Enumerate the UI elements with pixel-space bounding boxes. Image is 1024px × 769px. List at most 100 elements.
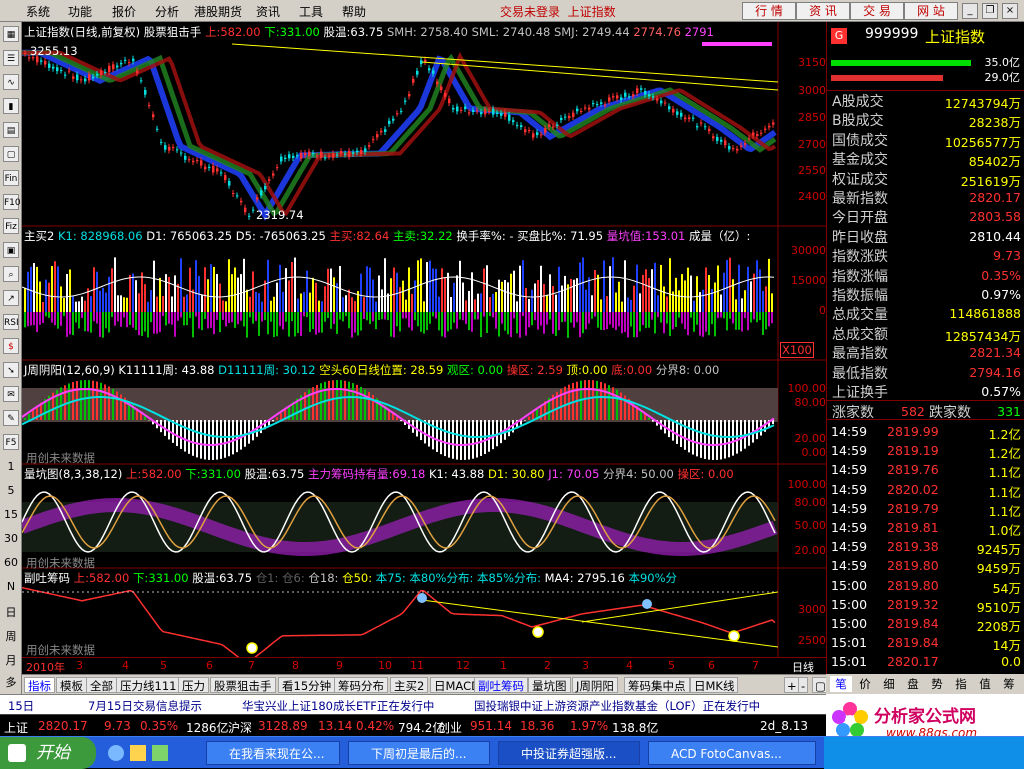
period-week[interactable]: 周 (0, 628, 22, 644)
volume-bar (129, 275, 131, 312)
tick-row[interactable]: 14:592819.761.1亿 (827, 460, 1024, 478)
tick-row[interactable]: 14:592819.809459万 (827, 556, 1024, 574)
task-button[interactable]: 下周初是最后的... (348, 741, 490, 765)
chart-canvas[interactable] (22, 22, 826, 658)
period-1[interactable]: 1 (0, 460, 22, 473)
ie-icon[interactable] (108, 745, 124, 761)
period-multi[interactable]: 多 (0, 674, 22, 690)
tick-row[interactable]: 14:592819.811.0亿 (827, 518, 1024, 536)
table-icon[interactable]: ▤ (3, 122, 19, 138)
volume-bar (459, 261, 461, 312)
tab-sniper[interactable]: 股票狙击手 (210, 677, 276, 693)
tab-chip-focus[interactable]: 筹码集中点 (624, 677, 690, 693)
menu-function[interactable]: 功能 (68, 3, 92, 20)
close-icon[interactable]: × (1002, 3, 1018, 19)
desktop-icon[interactable] (152, 745, 168, 761)
period-month[interactable]: 月 (0, 652, 22, 668)
menu-help[interactable]: 帮助 (342, 3, 366, 20)
tick-row[interactable]: 15:012820.170.0 (827, 652, 1024, 670)
tick-row[interactable]: 15:002819.329510万 (827, 595, 1024, 613)
tab-mk[interactable]: 日MK线 (690, 677, 738, 693)
minimize-icon[interactable]: _ (962, 3, 978, 19)
chart-area[interactable]: 上证指数(日线,前复权) 股票狙击手 上:582.00 下:331.00 股温:… (22, 22, 826, 674)
tab-pressure[interactable]: 压力 (178, 677, 209, 693)
fiz-icon[interactable]: Fiz (3, 218, 19, 234)
news-item[interactable]: 7月15日交易信息提示 (88, 698, 202, 714)
candle-body (376, 134, 379, 137)
quote-tab[interactable]: 值 (974, 676, 996, 692)
candle-body (84, 78, 87, 81)
tick-row[interactable]: 14:592819.389245万 (827, 537, 1024, 555)
menu-tools[interactable]: 工具 (299, 3, 323, 20)
quote-tab[interactable]: 价 (854, 676, 876, 692)
period-60[interactable]: 60 (0, 556, 22, 569)
fin-icon[interactable]: Fin (3, 170, 19, 186)
tick-row[interactable]: 14:592819.791.1亿 (827, 499, 1024, 517)
chart-line-icon[interactable]: ∿ (3, 74, 19, 90)
restore-icon[interactable]: ❐ (982, 3, 998, 19)
pencil-icon[interactable]: ✎ (3, 410, 19, 426)
grid-icon[interactable]: ▦ (3, 26, 19, 42)
task-button[interactable]: 中投证券超强版... (498, 741, 640, 765)
tab-pressure111[interactable]: 压力线111 (116, 677, 180, 693)
window-icon[interactable]: ▣ (3, 242, 19, 258)
tab-chip-sub[interactable]: 副吐筹码 (474, 677, 528, 693)
quote-tab[interactable]: 笔 (830, 676, 852, 692)
f5-icon[interactable]: F5 (3, 434, 19, 450)
tab-15min[interactable]: 看15分钟 (278, 677, 335, 693)
tab-pit[interactable]: 量坑图 (528, 677, 571, 693)
task-button[interactable]: 在我看来现在公... (206, 741, 340, 765)
list-icon[interactable]: ☰ (3, 50, 19, 66)
volume-bar (234, 267, 236, 312)
menu-analysis[interactable]: 分析 (155, 3, 179, 20)
candle-body (720, 140, 723, 142)
tab-main-buy2[interactable]: 主买2 (390, 677, 428, 693)
quote-tab[interactable]: 势 (926, 676, 948, 692)
search-icon[interactable]: ⌕ (3, 266, 19, 282)
trend-line (232, 44, 778, 82)
tick-row[interactable]: 15:002819.842208万 (827, 614, 1024, 632)
doc-icon[interactable]: ▢ (3, 146, 19, 162)
news-icon[interactable]: ✉ (3, 386, 19, 402)
tick-row[interactable]: 14:592820.021.1亿 (827, 480, 1024, 498)
tab-week-yy[interactable]: J周阴阳 (572, 677, 618, 693)
news-item[interactable]: 华宝兴业上证180成长ETF正在发行中 (242, 698, 434, 714)
menu-news[interactable]: 资讯 (256, 3, 280, 20)
tab-chip-dist[interactable]: 筹码分布 (334, 677, 388, 693)
volume-bar (288, 280, 290, 312)
menu-hk-futures[interactable]: 港股期货 (194, 3, 242, 20)
arrow-icon[interactable]: ➘ (3, 362, 19, 378)
rsi-icon[interactable]: RSI (3, 314, 19, 330)
news-item[interactable]: 国投瑞银中证上游资源产业指数基金（LOF）正在发行中 (474, 698, 760, 714)
tick-row[interactable]: 14:592819.191.2亿 (827, 441, 1024, 459)
tab-indicator[interactable]: 指标 (24, 677, 55, 693)
quote-tab[interactable]: 指 (950, 676, 972, 692)
tick-row[interactable]: 15:012819.8414万 (827, 633, 1024, 651)
tab-all[interactable]: 全部 (86, 677, 117, 693)
menu-quote[interactable]: 报价 (112, 3, 136, 20)
tick-row[interactable]: 14:592819.991.2亿 (827, 422, 1024, 440)
tab-remove[interactable]: - (798, 677, 808, 693)
period-day[interactable]: 日 (0, 604, 22, 620)
tab-template[interactable]: 模板 (56, 677, 87, 693)
quote-button[interactable]: 行 情 (742, 2, 796, 20)
period-30[interactable]: 30 (0, 532, 22, 545)
trade-button[interactable]: 交 易 (850, 2, 904, 20)
folder-icon[interactable] (130, 745, 146, 761)
quote-tab[interactable]: 盘 (902, 676, 924, 692)
candle-icon[interactable]: ▮ (3, 98, 19, 114)
website-button[interactable]: 网 站 (904, 2, 958, 20)
quote-tab[interactable]: 细 (878, 676, 900, 692)
menu-system[interactable]: 系统 (26, 3, 50, 20)
period-n[interactable]: N (0, 580, 22, 593)
f10-icon[interactable]: F10 (3, 194, 19, 210)
period-5[interactable]: 5 (0, 484, 22, 497)
tick-list[interactable]: 14:592819.991.2亿14:592819.191.2亿14:59281… (827, 422, 1024, 672)
period-15[interactable]: 15 (0, 508, 22, 521)
task-button[interactable]: ACD FotoCanvas... (648, 741, 816, 765)
tick-row[interactable]: 15:002819.8054万 (827, 576, 1024, 594)
dollar-icon[interactable]: $ (3, 338, 19, 354)
trend-icon[interactable]: ↗ (3, 290, 19, 306)
info-button[interactable]: 资 讯 (796, 2, 850, 20)
quote-tab[interactable]: 筹 (998, 676, 1020, 692)
